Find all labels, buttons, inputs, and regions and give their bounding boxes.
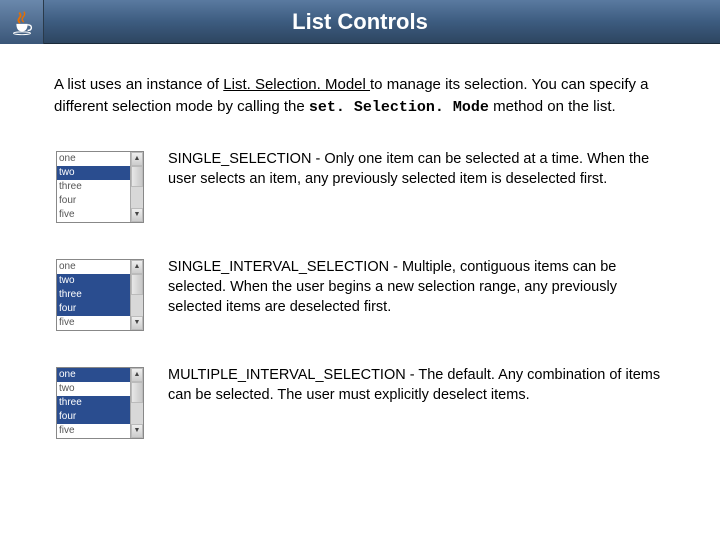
slide-title: List Controls — [44, 9, 720, 35]
list-item: four — [57, 194, 130, 208]
intro-text-3: method on the list. — [489, 98, 616, 115]
scroll-thumb — [131, 166, 143, 187]
scroll-down-icon: ▼ — [131, 424, 143, 438]
list-item: two — [57, 274, 130, 288]
mode-row-single-interval: one two three four five ▲ ▼ SINGLE_INTER… — [54, 257, 666, 331]
list-figure-multiple-interval: one two three four five ▲ ▼ — [56, 367, 144, 439]
java-logo — [0, 0, 44, 44]
list-item: one — [57, 260, 130, 274]
java-cup-icon — [7, 7, 37, 37]
list-item: five — [57, 424, 130, 438]
list-item: three — [57, 288, 130, 302]
intro-code: set. Selection. Mode — [309, 99, 489, 116]
scroll-down-icon: ▼ — [131, 316, 143, 330]
scrollbar: ▲ ▼ — [130, 152, 143, 222]
intro-text-1: A list uses an instance of — [54, 76, 223, 93]
list-item: four — [57, 302, 130, 316]
list-item: one — [57, 152, 130, 166]
scroll-up-icon: ▲ — [131, 152, 143, 166]
mode-description: SINGLE_SELECTION - Only one item can be … — [144, 149, 666, 223]
list-item: five — [57, 316, 130, 330]
slide-body: A list uses an instance of List. Selecti… — [0, 44, 720, 493]
list-item: two — [57, 166, 130, 180]
scroll-thumb — [131, 274, 143, 295]
list-item: one — [57, 368, 130, 382]
list-item: two — [57, 382, 130, 396]
list-figure-single-interval: one two three four five ▲ ▼ — [56, 259, 144, 331]
scroll-up-icon: ▲ — [131, 260, 143, 274]
list-item: five — [57, 208, 130, 222]
scrollbar: ▲ ▼ — [130, 260, 143, 330]
intro-link: List. Selection. Model — [223, 76, 370, 93]
intro-paragraph: A list uses an instance of List. Selecti… — [54, 74, 666, 119]
list-figure-single: one two three four five ▲ ▼ — [56, 151, 144, 223]
slide-header: List Controls — [0, 0, 720, 44]
scrollbar: ▲ ▼ — [130, 368, 143, 438]
scroll-thumb — [131, 382, 143, 403]
list-item: four — [57, 410, 130, 424]
scroll-up-icon: ▲ — [131, 368, 143, 382]
scroll-down-icon: ▼ — [131, 208, 143, 222]
mode-row-single: one two three four five ▲ ▼ SINGLE_SELEC… — [54, 149, 666, 223]
list-item: three — [57, 180, 130, 194]
list-item: three — [57, 396, 130, 410]
mode-description: MULTIPLE_INTERVAL_SELECTION - The defaul… — [144, 365, 666, 439]
mode-row-multiple-interval: one two three four five ▲ ▼ MULTIPLE_INT… — [54, 365, 666, 439]
mode-description: SINGLE_INTERVAL_SELECTION - Multiple, co… — [144, 257, 666, 331]
